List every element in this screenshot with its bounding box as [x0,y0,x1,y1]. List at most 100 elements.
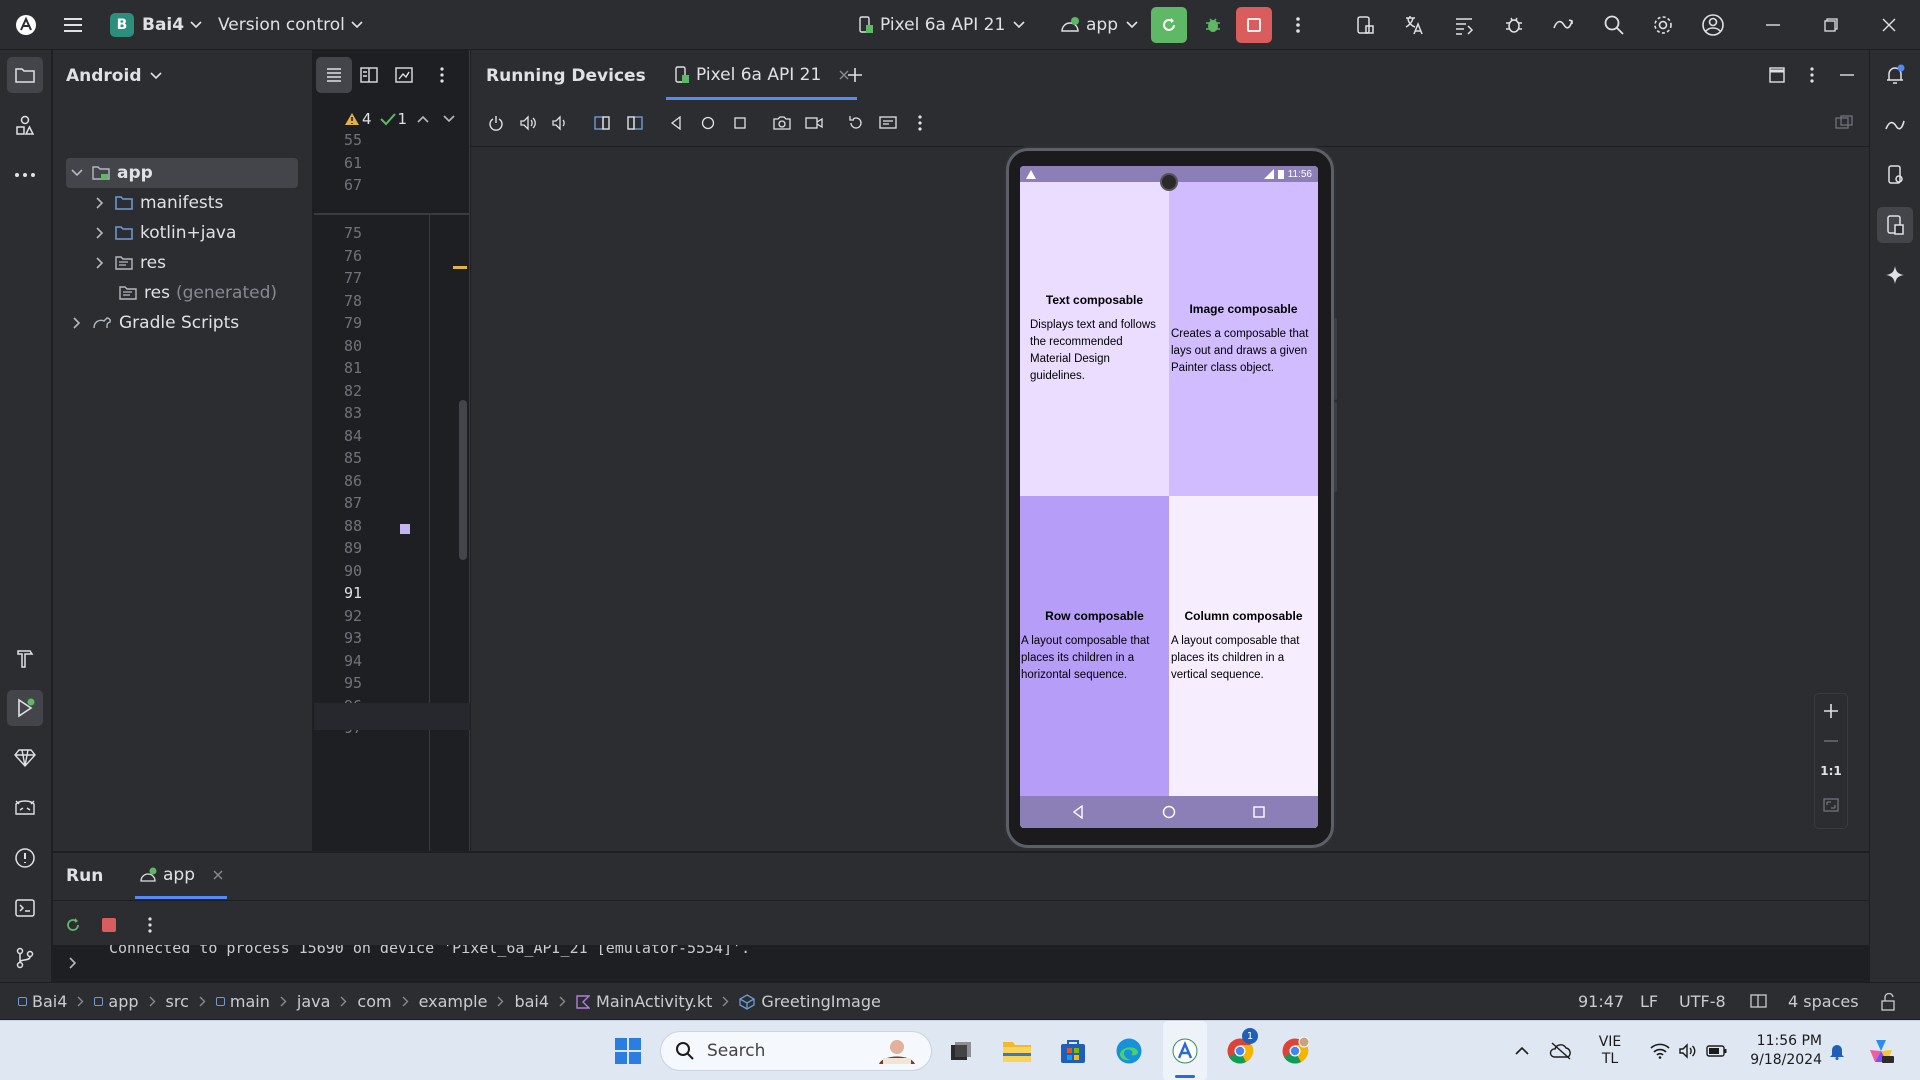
taskbar-search-box[interactable]: Search [660,1031,932,1071]
logcat-icon[interactable] [7,790,43,826]
line-number[interactable]: 81 [314,357,362,379]
breadcrumb-item[interactable]: app [94,992,139,1011]
line-number[interactable]: 93 [314,627,362,649]
line-number[interactable]: 87 [314,492,362,514]
zoom-actual-size[interactable]: 1:1 [1815,758,1847,784]
line-number[interactable]: 75 [314,222,362,244]
reset-rotate-icon[interactable] [838,105,874,141]
chrome-profile-icon[interactable] [1273,1021,1317,1080]
breadcrumb-item[interactable]: java [297,992,331,1011]
hide-panel-icon[interactable] [1829,57,1865,93]
line-number[interactable]: 76 [314,245,362,267]
breadcrumb-item[interactable]: src [166,992,189,1011]
line-number[interactable]: 55 [314,129,362,151]
device-selector[interactable]: Pixel 6a API 21 [858,0,1025,50]
device-more-icon[interactable] [902,105,938,141]
back-icon[interactable] [658,105,694,141]
project-selector[interactable]: B Bai4 [110,0,202,50]
screenshot-camera-icon[interactable] [764,105,800,141]
line-separator[interactable]: LF [1640,983,1658,1020]
line-number[interactable]: 88 [314,515,362,537]
line-number[interactable]: 80 [314,335,362,357]
tab-pixel-6a[interactable]: Pixel 6a API 21 [666,52,858,100]
chrome-icon[interactable]: 1 [1218,1021,1262,1080]
task-view-icon[interactable] [940,1021,982,1080]
close-window-icon[interactable] [1871,7,1907,43]
split-editor-code-icon[interactable] [316,57,352,93]
copilot-icon[interactable] [1860,1021,1902,1080]
line-number[interactable]: 79 [314,312,362,334]
zoom-out-icon[interactable] [1815,731,1847,751]
color-swatch[interactable] [400,524,410,534]
maximize-panel-icon[interactable] [1759,57,1795,93]
mirror-screen-icon[interactable] [1826,105,1862,141]
editor-options-icon[interactable] [424,57,460,93]
tree-item-app[interactable]: app [66,158,298,188]
run-tool-icon[interactable] [7,690,43,726]
project-view-selector[interactable]: Android [66,52,162,100]
run-tab-app[interactable]: app [135,853,227,899]
unlock-icon[interactable] [1881,993,1897,1011]
run-options-icon[interactable] [132,907,168,943]
layout-inspector-icon[interactable] [1446,7,1482,43]
rotate-left-icon[interactable] [584,105,620,141]
split-editor-split-icon[interactable] [351,57,387,93]
stop-run-icon[interactable] [91,907,127,943]
edge-browser-icon[interactable] [1108,1021,1150,1080]
nav-back-icon[interactable] [1072,805,1084,819]
chevron-right-icon[interactable] [69,957,77,969]
build-hammer-icon[interactable] [7,640,43,676]
file-explorer-icon[interactable] [996,1021,1038,1080]
stop-button[interactable] [1236,7,1272,43]
gemini-sync-icon[interactable] [1545,7,1581,43]
tree-item-res[interactable]: res [91,248,166,278]
line-number[interactable]: 94 [314,650,362,672]
running-devices-tool-icon[interactable] [1877,207,1913,243]
nav-overview-icon[interactable] [1252,805,1266,819]
line-number[interactable]: 78 [314,290,362,312]
settings-gear-icon[interactable] [1645,7,1681,43]
line-number[interactable]: 67 [314,174,362,196]
split-editor-design-icon[interactable] [386,57,422,93]
tree-item-manifests[interactable]: manifests [91,188,223,218]
show-hidden-icons-chevron[interactable] [1508,1021,1536,1080]
line-number[interactable]: 85 [314,447,362,469]
run-config-selector[interactable]: app [1060,0,1138,50]
breadcrumb-item[interactable]: com [357,992,391,1011]
restore-window-icon[interactable] [1813,7,1849,43]
caret-position[interactable]: 91:47 [1578,983,1624,1020]
panel-options-icon[interactable] [1794,57,1830,93]
rerun-icon[interactable] [55,907,91,943]
resource-manager-icon[interactable] [7,107,43,143]
line-number[interactable]: 91 [314,582,362,604]
line-number[interactable]: 90 [314,560,362,582]
file-encoding[interactable]: UTF-8 [1679,983,1726,1020]
nav-home-icon[interactable] [1162,805,1176,819]
translate-icon[interactable] [1396,7,1432,43]
editor-scrollbar[interactable] [459,400,467,560]
line-number[interactable]: 83 [314,402,362,424]
more-tools-icon[interactable] [7,157,43,193]
volume-down-icon[interactable] [541,105,577,141]
chevron-down-icon[interactable] [443,115,455,123]
breadcrumb-item[interactable]: GreetingImage [739,992,881,1011]
emulator-screen[interactable]: Text composable Displays text and follow… [1020,166,1318,828]
clock[interactable]: 11:56 PM 9/18/2024 [1738,1021,1822,1080]
rerun-button[interactable] [1151,7,1187,43]
inspection-widget[interactable]: 4 1 [344,108,455,130]
power-icon[interactable] [478,105,514,141]
close-tab-icon[interactable] [213,870,223,880]
input-language-indicator[interactable]: VIE TL [1590,1021,1630,1080]
version-control-menu[interactable]: Version control [218,0,363,50]
screen-record-icon[interactable] [796,105,832,141]
microsoft-store-icon[interactable] [1052,1021,1094,1080]
breadcrumb-item[interactable]: bai4 [514,992,549,1011]
breadcrumb-item[interactable]: MainActivity.kt [576,992,712,1011]
line-number[interactable]: 89 [314,537,362,559]
search-icon[interactable] [1596,7,1632,43]
run-console[interactable]: Connected to process 15690 on device 'Pi… [53,945,1869,983]
debug-icon[interactable] [1195,7,1231,43]
git-branch-icon[interactable] [7,940,43,976]
chevron-up-icon[interactable] [417,115,429,123]
warning-stripe-marker[interactable] [453,266,467,269]
